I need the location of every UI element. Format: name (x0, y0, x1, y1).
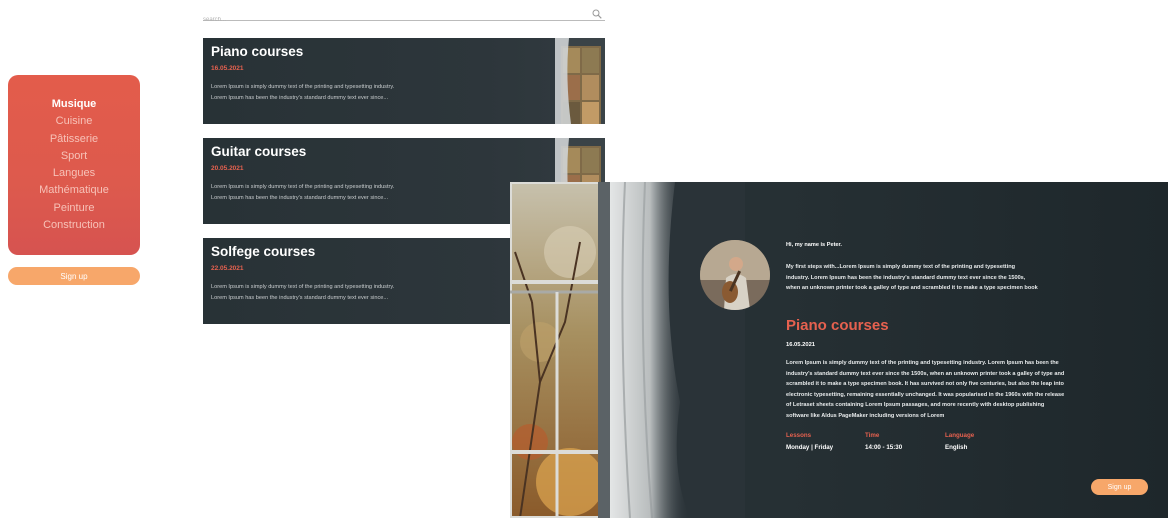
course-date: 16.05.2021 (211, 65, 244, 72)
course-description: Lorem Ipsum is simply dummy text of the … (211, 184, 395, 201)
category-sidebar: Musique Cuisine Pâtisserie Sport Langues… (8, 75, 140, 255)
search-input[interactable] (203, 14, 583, 26)
info-language: Language English (945, 432, 974, 451)
info-value: 14:00 - 15:30 (865, 444, 903, 451)
course-title: Piano courses (211, 44, 304, 59)
course-detail-title: Piano courses (786, 317, 889, 334)
teacher-greeting: Hi, my name is Peter. (786, 242, 842, 248)
course-detail-date: 16.05.2021 (786, 342, 816, 348)
info-value: English (945, 444, 968, 451)
sidebar-item-sport[interactable]: Sport (61, 148, 87, 165)
course-detail-panel: Hi, my name is Peter. My first steps wit… (510, 182, 1168, 518)
course-date: 22.05.2021 (211, 265, 244, 272)
course-title: Solfege courses (211, 244, 316, 259)
detail-signup-button[interactable]: Sign up (1091, 479, 1148, 495)
info-label: Lessons (786, 432, 812, 439)
sidebar-item-peinture[interactable]: Peinture (54, 200, 95, 217)
window-thumbnail (555, 38, 605, 124)
info-value: Monday | Friday (786, 444, 834, 451)
sidebar-item-cuisine[interactable]: Cuisine (56, 113, 93, 130)
search-bar (203, 8, 605, 26)
info-label: Language (945, 432, 975, 439)
sidebar-signup-button[interactable]: Sign up (8, 267, 140, 285)
course-date: 20.05.2021 (211, 165, 244, 172)
sidebar-item-patisserie[interactable]: Pâtisserie (50, 131, 98, 148)
search-icon[interactable] (592, 9, 602, 19)
window-curtain-photo (510, 182, 745, 518)
course-detail-body: Lorem Ipsum is simply dummy text of the … (786, 360, 1065, 419)
info-lessons: Lessons Monday | Friday (786, 432, 833, 451)
teacher-intro: My first steps with...Lorem Ipsum is sim… (786, 264, 1038, 291)
course-card-piano[interactable]: Piano courses 16.05.2021 Lorem Ipsum is … (203, 38, 605, 124)
teacher-avatar (700, 240, 770, 310)
course-description: Lorem Ipsum is simply dummy text of the … (211, 284, 395, 301)
sidebar-item-construction[interactable]: Construction (43, 217, 105, 234)
sidebar-item-langues[interactable]: Langues (53, 165, 95, 182)
info-time: Time 14:00 - 15:30 (865, 432, 902, 451)
course-description: Lorem Ipsum is simply dummy text of the … (211, 84, 395, 101)
sidebar-item-musique[interactable]: Musique (52, 96, 97, 113)
sidebar-item-mathematique[interactable]: Mathématique (39, 182, 109, 199)
course-title: Guitar courses (211, 144, 307, 159)
info-label: Time (865, 432, 880, 439)
